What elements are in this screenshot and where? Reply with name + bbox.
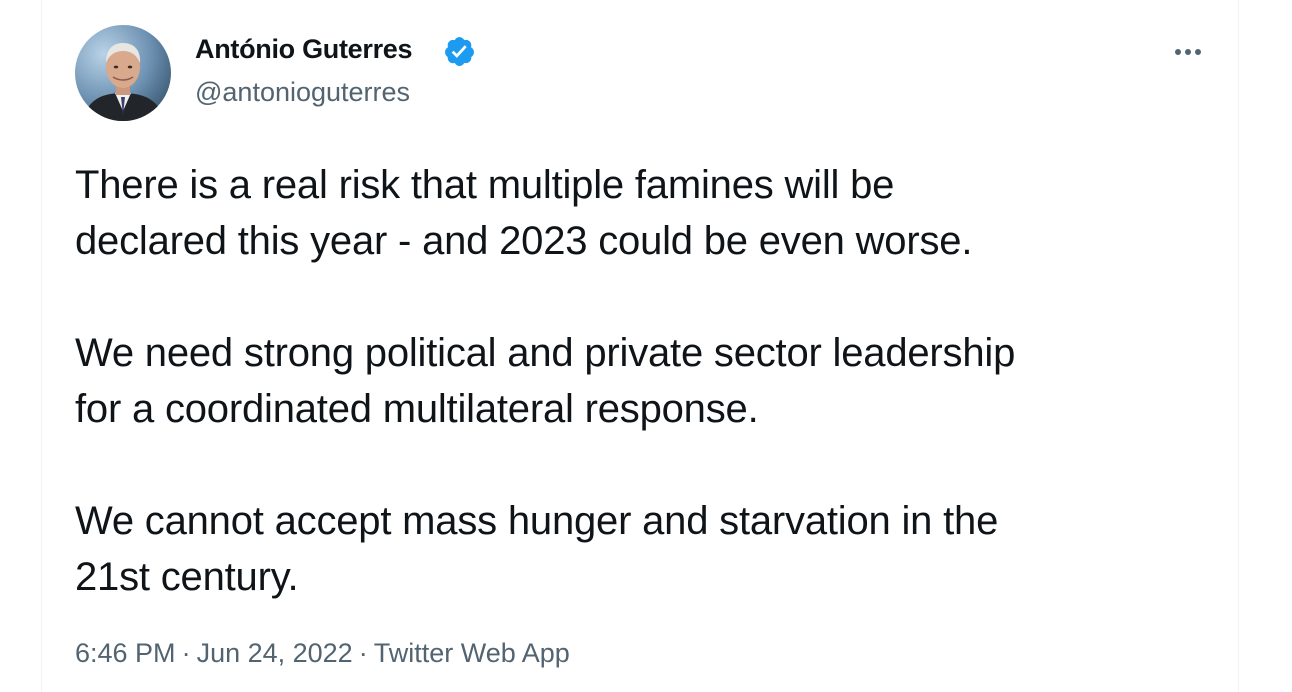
display-name[interactable]: António Guterres [195, 34, 413, 65]
tweet-paragraph: We need strong political and private sec… [75, 331, 1016, 431]
tweet-date: Jun 24, 2022 [196, 638, 353, 668]
source-link[interactable]: Twitter Web App [374, 638, 570, 668]
tweet-time: 6:46 PM [75, 638, 176, 668]
more-horizontal-icon [1175, 49, 1201, 55]
tweet-text: There is a real risk that multiple famin… [75, 157, 1215, 605]
timestamp-link[interactable]: 6:46 PM · Jun 24, 2022 [75, 638, 353, 668]
tweet-meta: 6:46 PM · Jun 24, 2022 · Twitter Web App [75, 638, 570, 669]
profile-photo-icon [75, 25, 171, 121]
handle[interactable]: @antonioguterres [195, 77, 410, 108]
tweet-paragraph: There is a real risk that multiple famin… [75, 163, 973, 263]
more-options-button[interactable] [1166, 36, 1210, 68]
meta-separator: · [181, 638, 191, 668]
meta-separator: · [358, 638, 368, 668]
tweet-paragraph: We cannot accept mass hunger and starvat… [75, 499, 999, 599]
avatar[interactable] [75, 25, 171, 121]
verified-badge-icon [445, 37, 474, 66]
page: António Guterres @antonioguterres There … [0, 0, 1292, 692]
